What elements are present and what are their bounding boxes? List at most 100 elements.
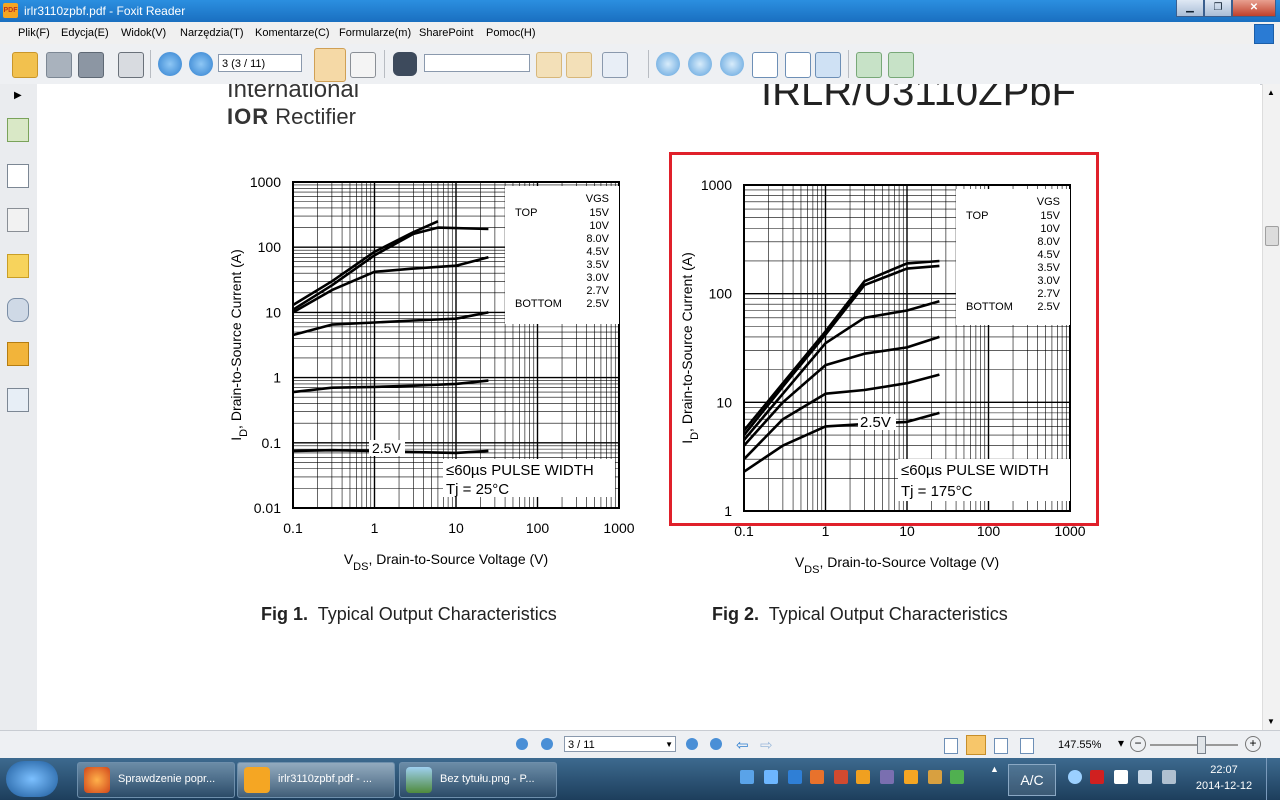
back-arrow-icon[interactable]: ⇦ [736, 736, 749, 754]
zoom-out-status-icon[interactable]: − [1130, 736, 1146, 752]
wifi-tray-icon[interactable] [1068, 770, 1082, 784]
annotation-tool-icon[interactable] [602, 52, 628, 78]
facing-pages-icon[interactable] [994, 738, 1008, 754]
chrome-tray-icon[interactable] [834, 770, 848, 784]
attachments-icon[interactable] [7, 298, 29, 322]
fs-tray-icon[interactable] [880, 770, 894, 784]
status-page-text: 3 / 11 [568, 739, 595, 751]
taskbar: Sprawdzenie popr... irlr3110zpbf.pdf - .… [0, 758, 1280, 800]
hand-tool-icon[interactable] [314, 48, 346, 82]
previous-page-icon[interactable] [158, 52, 182, 76]
signal-tray-icon[interactable] [1138, 770, 1152, 784]
save-all-icon[interactable] [78, 52, 104, 78]
last-page-icon[interactable] [710, 738, 722, 750]
fit-width-icon[interactable] [815, 52, 841, 78]
document-view[interactable]: International IOR Rectifier IRLR/U3110ZP… [37, 84, 1260, 730]
vertical-scrollbar[interactable]: ▲ ▼ [1262, 84, 1280, 730]
bookmarks-icon[interactable] [7, 118, 29, 142]
page-number-field[interactable]: 3 (3 / 11) [218, 54, 302, 72]
security-lock-icon[interactable] [7, 342, 29, 366]
zoom-slider-track[interactable] [1150, 744, 1238, 746]
show-desktop-button[interactable] [1266, 758, 1280, 800]
app-tray-icon[interactable] [856, 770, 870, 784]
zoom-dropdown-icon[interactable]: ▾ [1118, 736, 1124, 750]
first-page-icon[interactable] [516, 738, 528, 750]
show-hidden-icons[interactable]: ▲ [990, 764, 999, 774]
menu-edit[interactable]: Edycja(E) [61, 27, 109, 39]
tray-icon-network-share[interactable] [764, 770, 778, 784]
clock-date[interactable]: 2014-12-12 [1190, 780, 1258, 792]
find-next-icon[interactable] [566, 52, 592, 78]
fit-page-icon[interactable] [785, 52, 811, 78]
scroll-thumb[interactable] [1265, 226, 1279, 246]
volume-tray-icon[interactable] [1162, 770, 1176, 784]
foxit-app-icon[interactable]: PDF [3, 3, 18, 18]
next-page-status-icon[interactable] [686, 738, 698, 750]
pages-icon[interactable] [7, 164, 29, 188]
comments-icon[interactable] [7, 254, 29, 278]
continuous-page-icon[interactable] [966, 735, 986, 755]
page-dropdown-icon[interactable]: ▼ [665, 737, 673, 753]
rotate-right-icon[interactable] [888, 52, 914, 78]
signatures-icon[interactable] [7, 388, 29, 412]
layers-icon[interactable] [7, 208, 29, 232]
clock-time[interactable]: 22:07 [1196, 764, 1252, 776]
status-page-field[interactable]: 3 / 11 ▼ [564, 736, 676, 752]
single-page-icon[interactable] [944, 738, 958, 754]
find-binoculars-icon[interactable] [393, 52, 417, 76]
y-tick-label: 100 [258, 239, 282, 255]
zoom-in-status-icon[interactable]: + [1245, 736, 1261, 752]
minimize-button[interactable]: ▁ [1176, 0, 1204, 17]
menu-help[interactable]: Pomoc(H) [486, 27, 536, 39]
brand-line-2: IOR Rectifier [227, 104, 356, 130]
security-tray-icon[interactable] [950, 770, 964, 784]
window-controls: ▁ ❐ ✕ [1176, 0, 1276, 18]
continuous-facing-icon[interactable] [1020, 738, 1034, 754]
search-input[interactable] [424, 54, 530, 72]
save-icon[interactable] [46, 52, 72, 78]
battery-tray-icon[interactable] [928, 770, 942, 784]
menu-view[interactable]: Widok(V) [121, 27, 166, 39]
x-axis-title-sub: DS [804, 564, 819, 576]
select-text-icon[interactable] [350, 52, 376, 78]
scroll-down-icon[interactable]: ▼ [1267, 717, 1275, 726]
rotate-left-icon[interactable] [856, 52, 882, 78]
pdf-tray-icon[interactable] [904, 770, 918, 784]
print-icon[interactable] [118, 52, 144, 78]
flag-tray-icon[interactable] [1114, 770, 1128, 784]
forward-arrow-icon[interactable]: ⇨ [760, 736, 773, 754]
expand-panel-icon[interactable]: ▶ [14, 90, 22, 101]
firefox-tray-icon[interactable] [810, 770, 824, 784]
language-indicator[interactable]: A/C [1008, 764, 1056, 796]
menu-comments[interactable]: Komentarze(C) [255, 27, 330, 39]
next-page-icon[interactable] [189, 52, 213, 76]
actual-size-icon[interactable] [752, 52, 778, 78]
tray-icon-monitor[interactable] [740, 770, 754, 784]
window-title: irlr3110zpbf.pdf - Foxit Reader [24, 4, 186, 18]
zoom-slider-thumb[interactable] [1197, 736, 1206, 754]
taskbar-item-label: irlr3110zpbf.pdf - ... [278, 773, 372, 785]
fullscreen-icon[interactable] [1254, 24, 1274, 44]
menu-file[interactable]: Plik(F) [18, 27, 50, 39]
navigation-panel: ▶ [0, 84, 38, 730]
series-line-2 [292, 226, 489, 311]
menu-sharepoint[interactable]: SharePoint [419, 27, 473, 39]
scroll-up-icon[interactable]: ▲ [1267, 88, 1275, 97]
antivirus-tray-icon[interactable] [1090, 770, 1104, 784]
prev-page-status-icon[interactable] [541, 738, 553, 750]
find-previous-icon[interactable] [536, 52, 562, 78]
start-button[interactable] [6, 761, 58, 797]
fig2-caption-number: Fig 2. [712, 604, 760, 624]
maximize-button[interactable]: ❐ [1204, 0, 1232, 17]
menu-forms[interactable]: Formularze(m) [339, 27, 411, 39]
taskbar-item-paint[interactable]: Bez tytułu.png - P... [399, 762, 557, 798]
open-folder-icon[interactable] [12, 52, 38, 78]
zoom-in-icon[interactable] [656, 52, 680, 76]
menu-tools[interactable]: Narzędzia(T) [180, 27, 244, 39]
ie-icon[interactable] [788, 770, 802, 784]
close-button[interactable]: ✕ [1232, 0, 1276, 17]
taskbar-item-firefox[interactable]: Sprawdzenie popr... [77, 762, 235, 798]
marquee-zoom-icon[interactable] [720, 52, 744, 76]
taskbar-item-foxit[interactable]: irlr3110zpbf.pdf - ... [237, 762, 395, 798]
zoom-out-icon[interactable] [688, 52, 712, 76]
